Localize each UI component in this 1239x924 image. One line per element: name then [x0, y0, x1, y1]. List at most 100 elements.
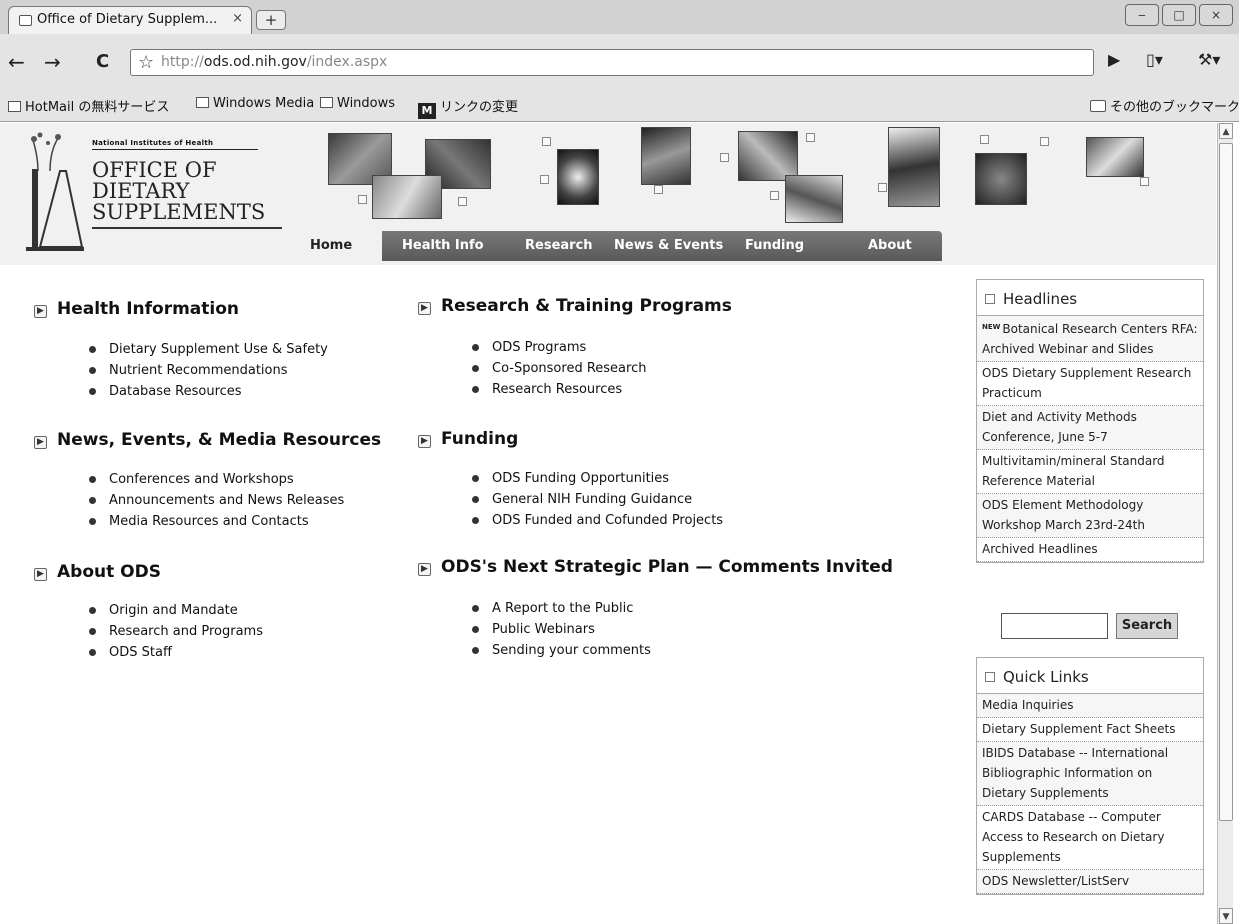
quick-link-item[interactable]: IBIDS Database -- International Bibliogr… [977, 742, 1203, 806]
new-tab-button[interactable]: + [256, 10, 286, 30]
tools-menu[interactable]: ⚒▾ [1198, 50, 1220, 69]
quick-link-item[interactable]: ODS Newsletter/ListServ [977, 870, 1203, 894]
page-document-menu[interactable]: ▯▾ [1146, 50, 1163, 69]
back-button[interactable]: ← [8, 51, 25, 73]
box-icon [985, 294, 995, 304]
decor-square [358, 195, 367, 204]
section-research-training[interactable]: ▶ Research & Training Programs [418, 296, 732, 316]
headline-item[interactable]: NEW Botanical Research Centers RFA: Archi… [977, 316, 1203, 362]
bookmark-windows[interactable]: Windows [320, 96, 395, 111]
banner-photo-berries [738, 131, 798, 181]
list-item[interactable]: ODS Staff [89, 642, 263, 663]
decor-square [878, 183, 887, 192]
list-item[interactable]: Nutrient Recommendations [89, 360, 328, 381]
decor-square [540, 175, 549, 184]
decor-square [654, 185, 663, 194]
menu-about[interactable]: About [868, 238, 912, 253]
archived-headlines-link[interactable]: Archived Headlines [977, 538, 1203, 562]
section-about-ods[interactable]: ▶ About ODS [34, 562, 161, 582]
section-title: Health Information [57, 299, 240, 319]
section-health-information[interactable]: ▶ Health Information [34, 299, 239, 319]
about-ods-list: Origin and Mandate Research and Programs… [89, 600, 263, 663]
bookmarks-bar: HotMail の無料サービス Windows Media Windows Mリ… [0, 90, 1239, 119]
list-item[interactable]: Co-Sponsored Research [472, 358, 646, 379]
ods-logo-mark[interactable] [26, 131, 84, 261]
bookmark-label: Windows Media [213, 96, 315, 111]
other-bookmarks[interactable]: その他のブックマーク [1090, 96, 1239, 115]
decor-square [720, 153, 729, 162]
headline-item[interactable]: Diet and Activity Methods Conference, Ju… [977, 406, 1203, 450]
browser-tab[interactable]: Office of Dietary Supplem... × [8, 6, 252, 34]
quick-link-item[interactable]: Media Inquiries [977, 694, 1203, 718]
bookmark-hotmail[interactable]: HotMail の無料サービス [8, 96, 169, 115]
section-news-events-media[interactable]: ▶ News, Events, & Media Resources [34, 430, 381, 450]
list-item[interactable]: Public Webinars [472, 619, 651, 640]
list-item[interactable]: Announcements and News Releases [89, 490, 344, 511]
close-window-button[interactable]: × [1199, 4, 1233, 26]
list-item[interactable]: Media Resources and Contacts [89, 511, 344, 532]
page-menu-button[interactable]: ▶ [1108, 50, 1120, 69]
news-events-list: Conferences and Workshops Announcements … [89, 469, 344, 532]
bookmark-windows-media[interactable]: Windows Media [196, 96, 314, 111]
list-item[interactable]: Dietary Supplement Use & Safety [89, 339, 328, 360]
forward-button[interactable]: → [44, 51, 61, 73]
reload-button[interactable]: C [96, 51, 109, 73]
headline-item[interactable]: Multivitamin/mineral Standard Reference … [977, 450, 1203, 494]
ods-logo-text[interactable]: OFFICE OF DIETARY SUPPLEMENTS [92, 160, 265, 223]
scrollbar-thumb[interactable] [1219, 143, 1233, 821]
headline-item[interactable]: ODS Dietary Supplement Research Practicu… [977, 362, 1203, 406]
maximize-button[interactable]: □ [1162, 4, 1196, 26]
bookmark-links[interactable]: M リンクの変更 [418, 96, 518, 119]
decor-square [458, 197, 467, 206]
list-item[interactable]: General NIH Funding Guidance [472, 489, 723, 510]
address-bar[interactable]: ☆ http://ods.od.nih.gov/index.aspx [130, 49, 1094, 76]
menu-health-info[interactable]: Health Info [402, 238, 484, 253]
folder-icon [1090, 100, 1106, 112]
box-icon [985, 672, 995, 682]
section-title: ODS's Next Strategic Plan — Comments Inv… [441, 557, 893, 577]
list-item[interactable]: ODS Funded and Cofunded Projects [472, 510, 723, 531]
headline-item[interactable]: ODS Element Methodology Workshop March 2… [977, 494, 1203, 538]
scroll-down-icon[interactable]: ▼ [1219, 908, 1233, 924]
section-funding[interactable]: ▶ Funding [418, 429, 518, 449]
tab-close-icon[interactable]: × [232, 11, 243, 26]
list-item[interactable]: A Report to the Public [472, 598, 651, 619]
banner-photo-food [372, 175, 442, 219]
logo-line-1: OFFICE OF [92, 158, 217, 182]
minimize-button[interactable]: ‒ [1125, 4, 1159, 26]
menu-research[interactable]: Research [525, 238, 593, 253]
list-item[interactable]: Database Resources [89, 381, 328, 402]
list-item[interactable]: ODS Funding Opportunities [472, 468, 723, 489]
bookmark-label: HotMail の無料サービス [25, 100, 170, 115]
browser-chrome: Office of Dietary Supplem... × + ‒ □ × ←… [0, 0, 1239, 122]
list-item[interactable]: Research and Programs [89, 621, 263, 642]
quick-link-item[interactable]: CARDS Database -- Computer Access to Res… [977, 806, 1203, 870]
arrow-icon: ▶ [34, 305, 47, 318]
hotmail-icon [8, 101, 21, 112]
list-item[interactable]: Origin and Mandate [89, 600, 263, 621]
wrench-icon: ⚒ [1198, 50, 1213, 69]
banner-photo-runner [888, 127, 940, 207]
banner-photo-cyclist [785, 175, 843, 223]
list-item[interactable]: Research Resources [472, 379, 646, 400]
menu-funding[interactable]: Funding [745, 238, 804, 253]
bookmark-label: リンクの変更 [440, 100, 519, 115]
list-item[interactable]: Conferences and Workshops [89, 469, 344, 490]
quick-link-item[interactable]: Dietary Supplement Fact Sheets [977, 718, 1203, 742]
navigation-bar: ← → C ☆ http://ods.od.nih.gov/index.aspx… [0, 40, 1239, 84]
menu-home[interactable]: Home [310, 238, 352, 253]
menu-news-events[interactable]: News & Events [614, 238, 723, 253]
list-item[interactable]: Sending your comments [472, 640, 651, 661]
banner-photo-eye [1086, 137, 1144, 177]
url-path: /index.aspx [306, 54, 388, 70]
vertical-scrollbar[interactable]: ▲ ▼ [1217, 123, 1233, 924]
banner-photo-man [641, 127, 691, 185]
scroll-up-icon[interactable]: ▲ [1219, 123, 1233, 139]
list-item[interactable]: ODS Programs [472, 337, 646, 358]
bookmark-star-icon[interactable]: ☆ [138, 52, 154, 73]
arrow-icon: ▶ [418, 302, 431, 315]
search-input[interactable] [1001, 613, 1108, 639]
bookmark-label: Windows [337, 96, 396, 111]
search-button[interactable]: Search [1116, 613, 1178, 639]
section-strategic-plan[interactable]: ▶ ODS's Next Strategic Plan — Comments In… [418, 557, 893, 577]
